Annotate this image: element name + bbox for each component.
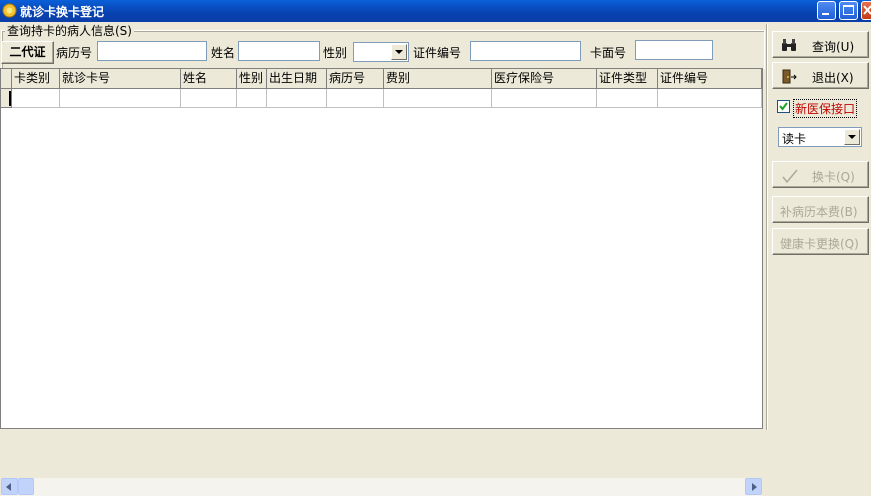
health-card-swap-button[interactable]: 健康卡更换(Q) [772,228,869,255]
exit-button-label: 退出(X) [812,71,854,85]
reissue-record-book-button[interactable]: 补病历本费(B) [772,196,869,223]
read-mode-select[interactable]: 读卡 [778,127,862,147]
column-header[interactable]: 费别 [384,69,492,89]
maximize-icon [843,5,854,15]
chevron-down-icon[interactable] [844,129,860,145]
column-header[interactable]: 证件编号 [658,69,762,89]
read-mode-value: 读卡 [782,132,807,146]
horizontal-scrollbar[interactable] [1,478,762,496]
table-cell[interactable] [12,89,60,108]
swap-card-button-label: 换卡(Q) [812,170,855,184]
table-corner [1,69,12,89]
checkmark-icon [782,169,798,184]
table-cell[interactable] [492,89,597,108]
swap-card-button[interactable]: 换卡(Q) [772,161,869,188]
column-header[interactable]: 医疗保险号 [492,69,597,89]
app-icon [2,3,17,18]
table-cell[interactable] [658,89,762,108]
binoculars-icon [782,39,796,51]
title-bar: 就诊卡换卡登记 [0,0,871,22]
close-icon [863,5,871,15]
table-cell[interactable] [237,89,267,108]
record-no-input[interactable] [97,41,207,61]
panel-divider [766,24,768,430]
exit-button[interactable]: 退出(X) [772,62,869,89]
table-cell[interactable] [60,89,181,108]
scroll-left-icon[interactable] [1,478,18,495]
new-insurance-label[interactable]: 新医保接口 [793,99,858,118]
minimize-button[interactable] [817,1,836,20]
name-input[interactable] [238,41,320,61]
id-card-button[interactable]: 二代证 [1,41,54,64]
card-face-label: 卡面号 [590,46,627,60]
checkmark-icon [779,102,788,111]
maximize-button[interactable] [839,1,858,20]
column-header[interactable]: 卡类别 [12,69,60,89]
column-header[interactable]: 出生日期 [267,69,327,89]
row-current-marker [9,91,11,106]
gender-select[interactable] [353,42,409,62]
column-header[interactable]: 证件类型 [597,69,658,89]
minimize-icon [822,13,829,15]
scroll-right-icon[interactable] [745,478,762,495]
window-title: 就诊卡换卡登记 [20,5,105,19]
query-button[interactable]: 查询(U) [772,31,869,58]
chevron-down-icon[interactable] [391,44,407,60]
table-cell[interactable] [181,89,237,108]
name-label: 姓名 [211,46,236,60]
health-card-swap-label: 健康卡更换(Q) [780,237,859,251]
table-cell[interactable] [384,89,492,108]
table-cell[interactable] [267,89,327,108]
cert-no-label: 证件编号 [413,46,462,60]
exit-door-icon [782,69,797,84]
query-button-label: 查询(U) [812,40,855,54]
card-face-input[interactable] [635,40,713,60]
table-cell[interactable] [327,89,384,108]
cert-no-input[interactable] [470,41,581,61]
query-group-legend: 查询持卡的病人信息(S) [5,22,134,39]
row-indicator[interactable] [1,89,12,108]
table-cell[interactable] [597,89,658,108]
column-header[interactable]: 病历号 [327,69,384,89]
new-insurance-checkbox[interactable] [777,100,790,113]
card-table[interactable]: 卡类别 就诊卡号 姓名 性别 出生日期 病历号 费别 医疗保险号 证件类型 证件… [0,68,763,496]
reissue-record-book-label: 补病历本费(B) [780,205,858,219]
close-button[interactable] [861,1,871,20]
column-header[interactable]: 性别 [237,69,267,89]
column-header[interactable]: 姓名 [181,69,237,89]
scroll-thumb[interactable] [18,478,34,495]
record-no-label: 病历号 [56,46,93,60]
column-header[interactable]: 就诊卡号 [60,69,181,89]
gender-label: 性别 [323,46,348,60]
